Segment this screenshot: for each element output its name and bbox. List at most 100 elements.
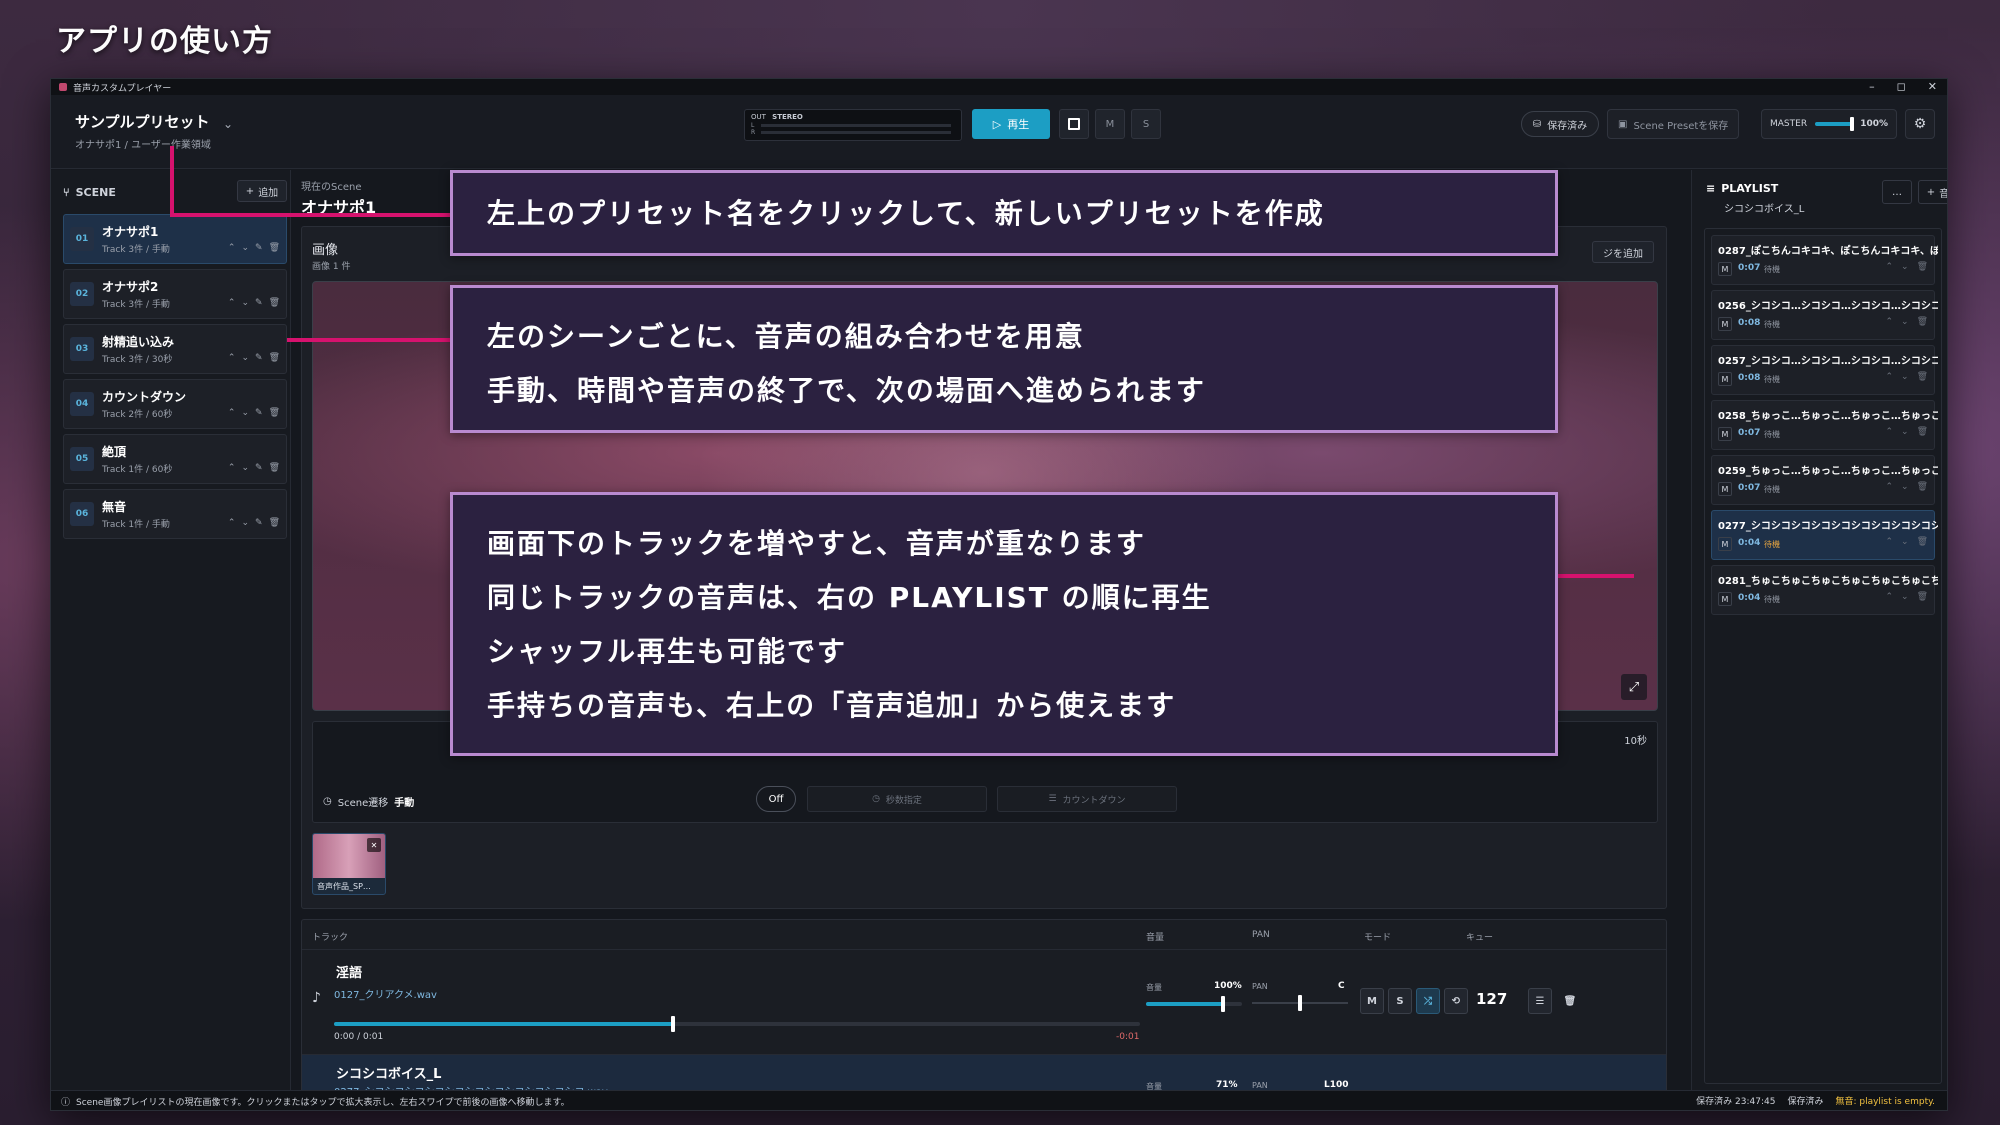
playlist-item[interactable]: 0257_シコシコ…シコシコ…シコシコ…シコシコ… M 0:08 待機 ⌃ ⌄ 🗑 [1711, 345, 1938, 395]
chevron-up-icon[interactable]: ⌃ [228, 408, 236, 418]
track-volume-slider[interactable] [1146, 996, 1242, 1012]
chevron-down-icon[interactable]: ⌄ [241, 463, 249, 473]
shuffle-icon[interactable]: ⤮ [1416, 988, 1440, 1014]
chevron-down-icon[interactable]: ⌄ [241, 518, 249, 528]
edit-icon[interactable]: ✎ [255, 243, 263, 253]
chevron-up-icon[interactable]: ⌃ [1885, 317, 1893, 327]
track-progress[interactable] [334, 1016, 1140, 1032]
track-row[interactable]: ♪ 淫語 0127_クリアクメ.wav 0:00 / 0:01 -0:01 音量… [302, 950, 1666, 1055]
chevron-up-icon[interactable]: ⌃ [228, 518, 236, 528]
chevron-up-icon[interactable]: ⌃ [1885, 537, 1893, 547]
chevron-down-icon[interactable]: ⌄ [241, 353, 249, 363]
trash-icon[interactable]: 🗑 [269, 353, 280, 363]
edit-icon[interactable]: ✎ [255, 298, 263, 308]
track-pan-handle[interactable] [1298, 995, 1302, 1011]
scene-item[interactable]: 05 絶頂 Track 1件 / 60秒 ⌃ ⌄ ✎ 🗑 [63, 434, 287, 484]
settings-button[interactable]: ⚙ [1905, 109, 1935, 139]
trash-icon[interactable]: 🗑 [1558, 988, 1582, 1014]
trash-icon[interactable]: 🗑 [1917, 317, 1928, 327]
transition-off-toggle[interactable]: Off [756, 786, 796, 812]
chevron-down-icon[interactable]: ⌄ [1901, 482, 1909, 492]
playlist-item-mute-button[interactable]: M [1718, 537, 1732, 551]
edit-icon[interactable]: ✎ [255, 408, 263, 418]
chevron-down-icon[interactable]: ⌄ [241, 298, 249, 308]
playlist-item-mute-button[interactable]: M [1718, 427, 1732, 441]
playlist-item-mute-button[interactable]: M [1718, 592, 1732, 606]
track-file[interactable]: 0127_クリアクメ.wav [334, 986, 437, 1001]
chevron-up-icon[interactable]: ⌃ [1885, 372, 1893, 382]
playlist-item[interactable]: 0256_シコシコ…シコシコ…シコシコ…シコシコ… M 0:08 待機 ⌃ ⌄ 🗑 [1711, 290, 1938, 340]
playlist-item-mute-button[interactable]: M [1718, 317, 1732, 331]
chevron-up-icon[interactable]: ⌃ [1885, 427, 1893, 437]
playlist-item-mute-button[interactable]: M [1718, 482, 1732, 496]
minimize-button[interactable]: – [1869, 79, 1875, 95]
master-solo-button[interactable]: S [1131, 109, 1161, 139]
chevron-up-icon[interactable]: ⌃ [1885, 262, 1893, 272]
master-volume[interactable]: MASTER 100% [1761, 109, 1897, 139]
play-button[interactable]: ▷ 再生 [972, 109, 1050, 139]
scene-item[interactable]: 06 無音 Track 1件 / 手動 ⌃ ⌄ ✎ 🗑 [63, 489, 287, 539]
trash-icon[interactable]: 🗑 [1917, 372, 1928, 382]
trash-icon[interactable]: 🗑 [269, 463, 280, 473]
countdown-option-button[interactable]: ☰ カウントダウン [997, 786, 1177, 812]
chevron-up-icon[interactable]: ⌃ [228, 463, 236, 473]
edit-icon[interactable]: ✎ [255, 463, 263, 473]
trash-icon[interactable]: 🗑 [269, 518, 280, 528]
chevron-down-icon[interactable]: ⌄ [1901, 592, 1909, 602]
save-scene-preset-button[interactable]: ▣ Scene Presetを保存 [1607, 109, 1740, 139]
chevron-down-icon[interactable]: ⌄ [1901, 537, 1909, 547]
chevron-down-icon[interactable]: ⌄ [1901, 262, 1909, 272]
saved-status-button[interactable]: ⛁ 保存済み [1521, 111, 1599, 137]
scene-item[interactable]: 03 射精追い込み Track 3件 / 30秒 ⌃ ⌄ ✎ 🗑 [63, 324, 287, 374]
chevron-down-icon[interactable]: ⌄ [1901, 317, 1909, 327]
chevron-down-icon[interactable]: ⌄ [1901, 427, 1909, 437]
trash-icon[interactable]: 🗑 [1917, 482, 1928, 492]
trash-icon[interactable]: 🗑 [1917, 262, 1928, 272]
playlist-item[interactable]: 0287_ぽこちんコキコキ、ぽこちんコキコキ、ぽ… M 0:07 待機 ⌃ ⌄ 🗑 [1711, 235, 1938, 285]
seconds-option-button[interactable]: ◷ 秒数指定 [807, 786, 987, 812]
edit-icon[interactable]: ✎ [255, 353, 263, 363]
track-volume-handle[interactable] [1220, 996, 1225, 1012]
trash-icon[interactable]: 🗑 [269, 298, 280, 308]
chevron-up-icon[interactable]: ⌃ [228, 298, 236, 308]
scene-item[interactable]: 04 カウントダウン Track 2件 / 60秒 ⌃ ⌄ ✎ 🗑 [63, 379, 287, 429]
trash-icon[interactable]: 🗑 [1917, 427, 1928, 437]
chevron-up-icon[interactable]: ⌃ [1885, 592, 1893, 602]
add-scene-button[interactable]: + 追加 [237, 180, 287, 202]
add-audio-button[interactable]: + 音声追加 [1918, 180, 1947, 204]
playlist-item[interactable]: 0258_ちゅっこ…ちゅっこ…ちゅっこ…ちゅっこ… M 0:07 待機 ⌃ ⌄ 🗑 [1711, 400, 1938, 450]
track-progress-handle[interactable] [670, 1016, 675, 1032]
trash-icon[interactable]: 🗑 [1917, 592, 1928, 602]
chevron-down-icon[interactable]: ⌄ [241, 243, 249, 253]
image-thumbnail[interactable]: ✕ 音声作品_SP… [312, 833, 386, 895]
playlist-item-mute-button[interactable]: M [1718, 262, 1732, 276]
playlist-item[interactable]: 0281_ちゅこちゅこちゅこちゅこちゅこちゅこち… M 0:04 待機 ⌃ ⌄ 🗑 [1711, 565, 1938, 615]
track-solo-button[interactable]: S [1388, 988, 1412, 1014]
maximize-button[interactable]: ◻ [1897, 79, 1906, 95]
preset-name[interactable]: サンプルプリセット [75, 111, 211, 132]
chevron-down-icon[interactable]: ⌄ [1901, 372, 1909, 382]
master-mute-button[interactable]: M [1095, 109, 1125, 139]
track-settings-icon[interactable]: ☰ [1528, 988, 1552, 1014]
trash-icon[interactable]: ✕ [367, 838, 381, 852]
edit-icon[interactable]: ✎ [255, 518, 263, 528]
trash-icon[interactable]: 🗑 [269, 243, 280, 253]
chevron-down-icon[interactable]: ⌄ [223, 117, 233, 131]
track-row[interactable]: シコシコボイス_L 0277_シコシコシコシコシコシコシコシコシコシコシコ.wa… [302, 1055, 1666, 1093]
chevron-up-icon[interactable]: ⌃ [228, 353, 236, 363]
repeat-icon[interactable]: ⟲ [1444, 988, 1468, 1014]
playlist-item-mute-button[interactable]: M [1718, 372, 1732, 386]
chevron-up-icon[interactable]: ⌃ [1885, 482, 1893, 492]
track-pan-slider[interactable] [1252, 995, 1348, 1011]
trash-icon[interactable]: 🗑 [1917, 537, 1928, 547]
trash-icon[interactable]: 🗑 [269, 408, 280, 418]
track-mute-button[interactable]: M [1360, 988, 1384, 1014]
chevron-down-icon[interactable]: ⌄ [241, 408, 249, 418]
scene-item[interactable]: 01 オナサポ1 Track 3件 / 手動 ⌃ ⌄ ✎ 🗑 [63, 214, 287, 264]
preset-selector[interactable]: サンプルプリセット オナサポ1 / ユーザー作業領域 [75, 111, 211, 151]
close-button[interactable]: ✕ [1928, 79, 1937, 95]
stop-button[interactable] [1059, 109, 1089, 139]
chevron-up-icon[interactable]: ⌃ [228, 243, 236, 253]
playlist-item[interactable]: 0259_ちゅっこ…ちゅっこ…ちゅっこ…ちゅっこ… M 0:07 待機 ⌃ ⌄ 🗑 [1711, 455, 1938, 505]
more-options-button[interactable]: … [1882, 180, 1912, 204]
